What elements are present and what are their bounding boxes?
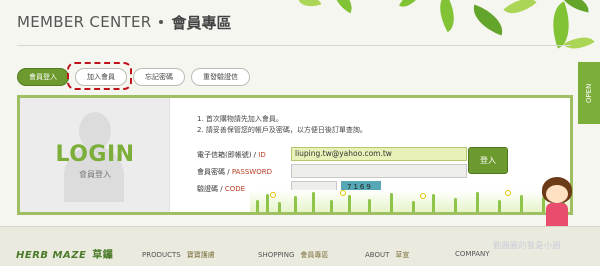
email-input[interactable]: liuping.tw@yahoo.com.tw: [291, 147, 467, 161]
email-label: 電子信箱(即帳號) / ID: [197, 151, 266, 159]
tab-member-login[interactable]: 會員登入: [17, 68, 69, 86]
watermark-text: 劉圓圓的我是小圓: [493, 241, 561, 250]
footer-nav-about[interactable]: ABOUT 草宣: [365, 250, 409, 260]
email-value: liuping.tw@yahoo.com.tw: [295, 149, 392, 158]
page-header: MEMBER CENTER 會員專區: [17, 12, 231, 32]
instruction-line: 1. 首次購物請先加入會員。: [197, 115, 283, 123]
footer-nav-shopping[interactable]: SHOPPING 會員專區: [258, 250, 328, 260]
login-panel: LOGIN 會員登入 1. 首次購物請先加入會員。 2. 請妥善保管您的帳戶及密…: [17, 95, 573, 215]
leaf-decoration: [398, 0, 426, 13]
login-subtitle: 會員登入: [79, 170, 111, 179]
footer-brand-logo[interactable]: HERB MAZE 草鑼: [16, 246, 113, 261]
header-divider: [17, 45, 571, 46]
side-open-label: OPEN: [585, 83, 593, 103]
captcha-label: 驗證碼 / CODE: [197, 185, 246, 193]
login-banner: LOGIN 會員登入: [20, 98, 170, 212]
login-instructions: 1. 首次購物請先加入會員。 2. 請妥善保管您的帳戶及密碼，以方便日後訂單查詢…: [197, 114, 367, 136]
leaf-decoration: [430, 0, 464, 33]
grass-decoration: [250, 190, 570, 212]
page-title-zh: 會員專區: [171, 13, 232, 32]
page: MEMBER CENTER 會員專區 會員登入 加入會員 忘記密碼 重發驗證信 …: [0, 0, 600, 266]
page-title-en: MEMBER CENTER: [17, 13, 152, 31]
instruction-line: 2. 請妥善保管您的帳戶及密碼，以方便日後訂單查詢。: [197, 126, 367, 134]
password-label: 會員密碼 / PASSWORD: [197, 168, 272, 176]
tab-bar: 會員登入 加入會員 忘記密碼 重發驗證信: [17, 68, 250, 86]
leaf-decoration: [503, 0, 537, 22]
leaf-decoration: [327, 0, 359, 14]
footer-nav-company[interactable]: COMPANY: [455, 250, 490, 258]
login-title: LOGIN: [55, 142, 135, 167]
tab-resend-verification[interactable]: 重發驗證信: [191, 68, 250, 86]
login-submit-button[interactable]: 登入: [468, 147, 508, 174]
title-separator-dot: [159, 20, 164, 24]
password-input[interactable]: [291, 164, 467, 178]
highlight-annotation: [67, 62, 132, 90]
side-open-tab[interactable]: OPEN: [578, 62, 600, 124]
tab-forgot-password[interactable]: 忘記密碼: [133, 68, 185, 86]
footer-nav-products[interactable]: PRODUCTS 寶寶護膚: [142, 250, 215, 260]
leaf-decoration: [298, 0, 322, 12]
